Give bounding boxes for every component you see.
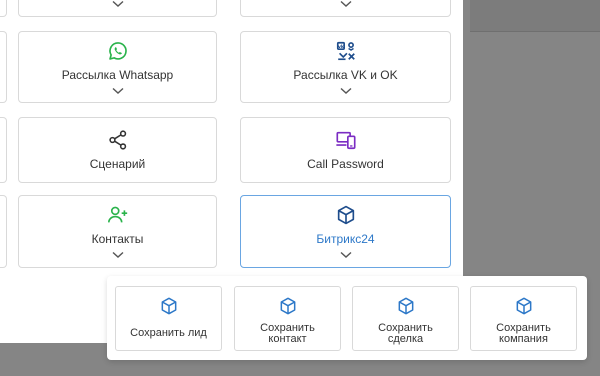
card-call-password[interactable]: Call Password xyxy=(240,117,451,183)
card-label: Рассылка VK и OK xyxy=(293,67,398,82)
box-icon xyxy=(280,297,295,315)
box-icon xyxy=(516,297,531,315)
divider xyxy=(470,31,600,32)
card-left-partial[interactable] xyxy=(0,31,7,103)
save-contact-button[interactable]: Сохранить контакт xyxy=(234,286,341,351)
add-user-icon xyxy=(107,206,127,223)
box-icon xyxy=(161,297,176,315)
chevron-down-icon xyxy=(112,87,123,94)
box-icon xyxy=(398,297,413,315)
chevron-down-icon xyxy=(112,251,123,258)
card-vk-ok[interactable]: vk Рассылка VK и OK xyxy=(240,31,451,103)
popup-item-label: Сохранить контакт xyxy=(260,322,315,345)
card-left-partial[interactable] xyxy=(0,0,7,17)
devices-icon xyxy=(335,131,356,150)
card-label: Битрикс24 xyxy=(316,232,375,246)
save-company-button[interactable]: Сохранить компания xyxy=(470,286,577,351)
svg-text:vk: vk xyxy=(337,43,344,49)
card-left-partial[interactable] xyxy=(0,117,7,183)
popup-item-label: Сохранить лид xyxy=(130,327,207,339)
save-deal-button[interactable]: Сохранить сделка xyxy=(352,286,459,351)
chevron-down-icon xyxy=(340,251,351,258)
chevron-down-icon xyxy=(340,87,351,94)
card-scenario[interactable]: Сценарий xyxy=(18,117,217,183)
card-top-left[interactable] xyxy=(18,0,217,17)
chevron-down-icon xyxy=(340,0,351,7)
card-bitrix24[interactable]: Битрикс24 xyxy=(240,195,451,268)
box-icon xyxy=(337,205,354,225)
popup-item-label: Сохранить компания xyxy=(496,322,551,345)
card-label: Контакты xyxy=(91,232,144,246)
card-left-partial[interactable] xyxy=(0,195,7,268)
chevron-down-icon xyxy=(112,0,123,7)
card-top-right[interactable] xyxy=(240,0,451,17)
bitrix24-actions-popup: Сохранить лид Сохранить контакт Сохранит… xyxy=(107,276,587,360)
popup-item-label: Сохранить сделка xyxy=(378,322,433,345)
vk-ok-icon: vk xyxy=(336,41,355,60)
card-label: Рассылка Whatsapp xyxy=(61,67,174,82)
share-icon xyxy=(108,130,126,150)
save-lead-button[interactable]: Сохранить лид xyxy=(115,286,222,351)
card-label: Сценарий xyxy=(89,157,146,171)
card-label: Call Password xyxy=(307,157,384,171)
card-whatsapp[interactable]: Рассылка Whatsapp xyxy=(18,31,217,103)
whatsapp-icon xyxy=(108,41,127,60)
card-contacts[interactable]: Контакты xyxy=(18,195,217,268)
dimmed-area xyxy=(470,0,600,32)
